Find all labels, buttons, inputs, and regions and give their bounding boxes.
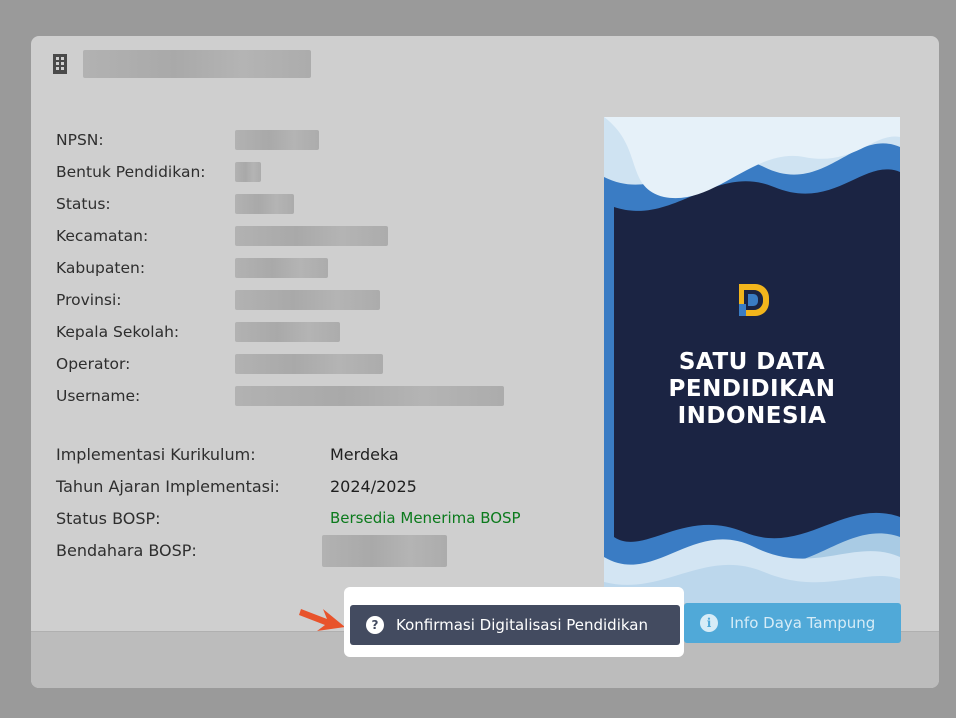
redacted-value [235,226,388,246]
redacted-value [235,322,340,342]
redacted-value [235,290,380,310]
poster-line: SATU DATA [678,349,826,375]
question-circle-icon: ? [366,616,384,634]
poster-title: SATU DATA PENDIDIKAN INDONESIA [604,349,900,430]
impl-tahun-value: 2024/2025 [330,477,417,496]
field-label: Provinsi: [56,291,122,309]
school-name-redacted [83,50,311,78]
field-label: Operator: [56,355,131,373]
building-icon [51,53,69,75]
field-label: Kabupaten: [56,259,146,277]
poster-line: INDONESIA [677,403,827,429]
impl-kurikulum-value: Merdeka [330,445,399,464]
redacted-value [235,162,261,182]
impl-kurikulum-label: Implementasi Kurikulum: [56,445,256,464]
field-label: Kecamatan: [56,227,149,245]
satu-data-poster: SATU DATA PENDIDIKAN INDONESIA [604,117,900,603]
impl-tahun-label: Tahun Ajaran Implementasi: [56,477,280,496]
field-label: Status: [56,195,111,213]
bendahara-bosp-label: Bendahara BOSP: [56,541,197,560]
redacted-value [235,130,319,150]
field-label: Kepala Sekolah: [56,323,180,341]
field-label: Bentuk Pendidikan: [56,163,206,181]
info-circle-icon: i [700,614,718,632]
redacted-value [322,535,447,567]
status-bosp-value: Bersedia Menerima BOSP [330,509,521,527]
poster-line: PENDIDIKAN [668,376,836,402]
konfirmasi-label: Konfirmasi Digitalisasi Pendidikan [396,616,648,634]
status-bosp-label: Status BOSP: [56,509,161,528]
redacted-value [235,386,504,406]
konfirmasi-digitalisasi-button[interactable]: ? Konfirmasi Digitalisasi Pendidikan [350,605,680,645]
field-label: NPSN: [56,131,104,149]
redacted-value [235,258,328,278]
redacted-value [235,194,294,214]
pointer-arrow-icon [299,609,345,631]
field-label: Username: [56,387,141,405]
info-daya-tampung-button[interactable]: i Info Daya Tampung [684,603,901,643]
info-label: Info Daya Tampung [730,614,876,632]
redacted-value [235,354,383,374]
card-header [51,50,311,78]
